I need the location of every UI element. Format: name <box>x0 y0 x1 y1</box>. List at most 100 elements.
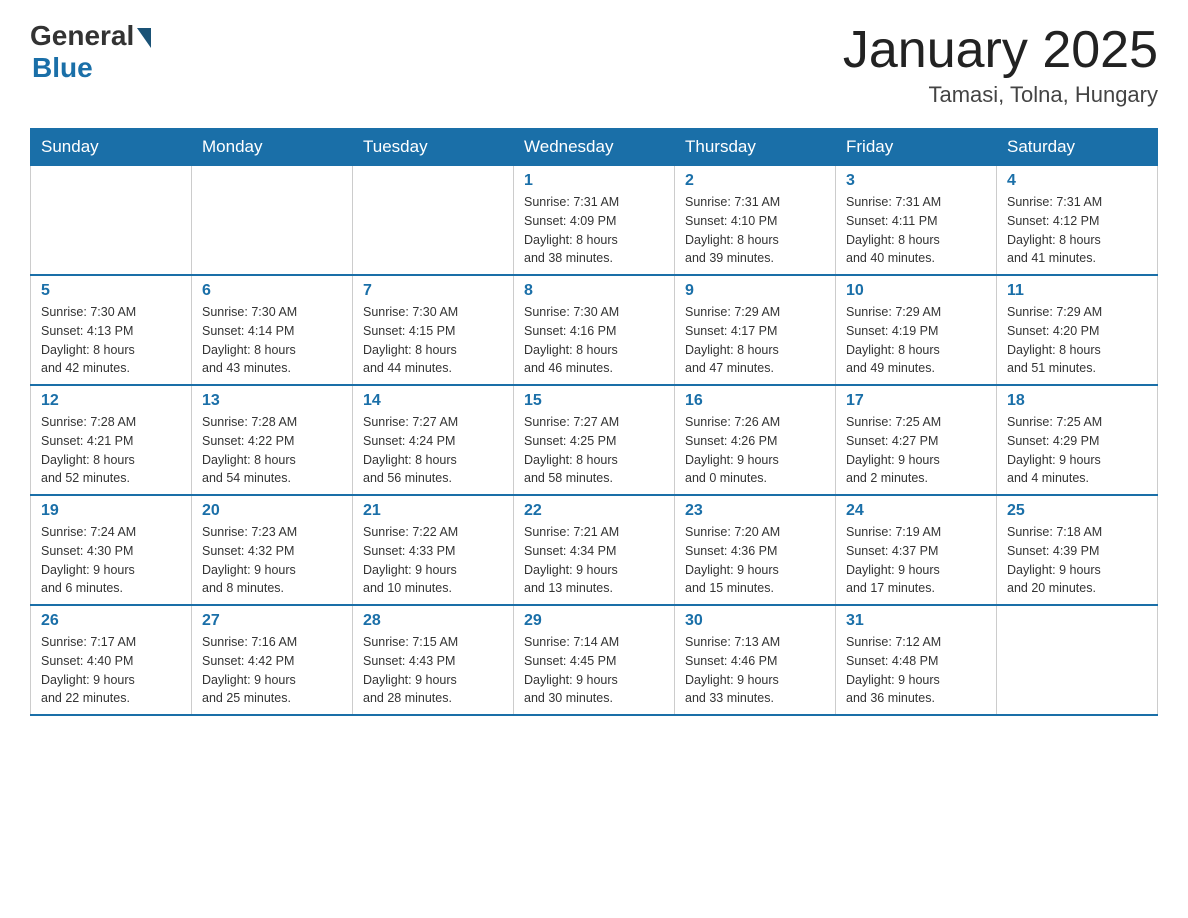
calendar-cell: 1Sunrise: 7:31 AMSunset: 4:09 PMDaylight… <box>514 166 675 276</box>
calendar-cell: 21 Sunrise: 7:22 AMSunset: 4:33 PMDayligh… <box>353 495 514 605</box>
day-number: 9 <box>685 282 825 300</box>
day-info: Sunrise: 7:30 AMSunset: 4:14 PMDaylight:… <box>202 303 342 378</box>
day-info: Sunrise: 7:24 AMSunset: 4:30 PMDaylight:… <box>41 523 181 598</box>
day-info: Sunrise: 7:27 AMSunset: 4:25 PMDaylight:… <box>524 413 664 488</box>
calendar-cell: 22 Sunrise: 7:21 AMSunset: 4:34 PMDayligh… <box>514 495 675 605</box>
day-info: Sunrise: 7:28 AMSunset: 4:22 PMDaylight:… <box>202 413 342 488</box>
day-number: 17 <box>846 392 986 410</box>
calendar-cell: 6 Sunrise: 7:30 AMSunset: 4:14 PMDaylight… <box>192 275 353 385</box>
day-number: 19 <box>41 502 181 520</box>
calendar-table: SundayMondayTuesdayWednesdayThursdayFrid… <box>30 128 1158 716</box>
calendar-cell: 23Sunrise: 7:20 AMSunset: 4:36 PMDayligh… <box>675 495 836 605</box>
calendar-cell: 14 Sunrise: 7:27 AMSunset: 4:24 PMDayligh… <box>353 385 514 495</box>
logo-triangle-icon <box>137 28 151 48</box>
day-number: 3 <box>846 172 986 190</box>
day-info: Sunrise: 7:31 AMSunset: 4:11 PMDaylight:… <box>846 193 986 268</box>
calendar-cell: 20 Sunrise: 7:23 AMSunset: 4:32 PMDayligh… <box>192 495 353 605</box>
calendar-cell: 31Sunrise: 7:12 AMSunset: 4:48 PMDayligh… <box>836 605 997 715</box>
calendar-cell <box>31 166 192 276</box>
calendar-cell: 2Sunrise: 7:31 AMSunset: 4:10 PMDaylight… <box>675 166 836 276</box>
day-number: 28 <box>363 612 503 630</box>
day-number: 22 <box>524 502 664 520</box>
calendar-week-row-2: 12Sunrise: 7:28 AMSunset: 4:21 PMDayligh… <box>31 385 1158 495</box>
title-section: January 2025 Tamasi, Tolna, Hungary <box>843 20 1158 108</box>
day-number: 24 <box>846 502 986 520</box>
day-info: Sunrise: 7:26 AMSunset: 4:26 PMDaylight:… <box>685 413 825 488</box>
day-info: Sunrise: 7:25 AMSunset: 4:27 PMDaylight:… <box>846 413 986 488</box>
calendar-cell: 29Sunrise: 7:14 AMSunset: 4:45 PMDayligh… <box>514 605 675 715</box>
calendar-cell: 9Sunrise: 7:29 AMSunset: 4:17 PMDaylight… <box>675 275 836 385</box>
location-text: Tamasi, Tolna, Hungary <box>843 82 1158 108</box>
calendar-header-tuesday: Tuesday <box>353 129 514 166</box>
day-info: Sunrise: 7:30 AMSunset: 4:16 PMDaylight:… <box>524 303 664 378</box>
calendar-cell: 5Sunrise: 7:30 AMSunset: 4:13 PMDaylight… <box>31 275 192 385</box>
calendar-cell: 28 Sunrise: 7:15 AMSunset: 4:43 PMDayligh… <box>353 605 514 715</box>
day-info: Sunrise: 7:21 AMSunset: 4:34 PMDaylight:… <box>524 523 664 598</box>
day-info: Sunrise: 7:17 AMSunset: 4:40 PMDaylight:… <box>41 633 181 708</box>
calendar-cell: 27 Sunrise: 7:16 AMSunset: 4:42 PMDayligh… <box>192 605 353 715</box>
day-number: 4 <box>1007 172 1147 190</box>
calendar-week-row-4: 26 Sunrise: 7:17 AMSunset: 4:40 PMDayligh… <box>31 605 1158 715</box>
day-number: 11 <box>1007 282 1147 300</box>
calendar-cell: 11 Sunrise: 7:29 AMSunset: 4:20 PMDayligh… <box>997 275 1158 385</box>
day-number: 26 <box>41 612 181 630</box>
calendar-week-row-3: 19 Sunrise: 7:24 AMSunset: 4:30 PMDayligh… <box>31 495 1158 605</box>
day-info: Sunrise: 7:13 AMSunset: 4:46 PMDaylight:… <box>685 633 825 708</box>
calendar-week-row-0: 1Sunrise: 7:31 AMSunset: 4:09 PMDaylight… <box>31 166 1158 276</box>
day-number: 29 <box>524 612 664 630</box>
day-info: Sunrise: 7:30 AMSunset: 4:15 PMDaylight:… <box>363 303 503 378</box>
calendar-header-monday: Monday <box>192 129 353 166</box>
calendar-header-row: SundayMondayTuesdayWednesdayThursdayFrid… <box>31 129 1158 166</box>
day-number: 25 <box>1007 502 1147 520</box>
day-number: 27 <box>202 612 342 630</box>
logo-blue-text: Blue <box>32 52 93 84</box>
day-number: 20 <box>202 502 342 520</box>
day-info: Sunrise: 7:31 AMSunset: 4:10 PMDaylight:… <box>685 193 825 268</box>
day-info: Sunrise: 7:29 AMSunset: 4:19 PMDaylight:… <box>846 303 986 378</box>
day-info: Sunrise: 7:12 AMSunset: 4:48 PMDaylight:… <box>846 633 986 708</box>
calendar-cell: 13 Sunrise: 7:28 AMSunset: 4:22 PMDayligh… <box>192 385 353 495</box>
calendar-header-saturday: Saturday <box>997 129 1158 166</box>
day-number: 21 <box>363 502 503 520</box>
calendar-cell: 4Sunrise: 7:31 AMSunset: 4:12 PMDaylight… <box>997 166 1158 276</box>
logo-general-text: General <box>30 20 134 52</box>
day-number: 8 <box>524 282 664 300</box>
day-number: 15 <box>524 392 664 410</box>
day-number: 18 <box>1007 392 1147 410</box>
calendar-cell: 25Sunrise: 7:18 AMSunset: 4:39 PMDayligh… <box>997 495 1158 605</box>
calendar-cell: 26 Sunrise: 7:17 AMSunset: 4:40 PMDayligh… <box>31 605 192 715</box>
calendar-header-sunday: Sunday <box>31 129 192 166</box>
day-info: Sunrise: 7:30 AMSunset: 4:13 PMDaylight:… <box>41 303 181 378</box>
day-info: Sunrise: 7:20 AMSunset: 4:36 PMDaylight:… <box>685 523 825 598</box>
calendar-cell: 30 Sunrise: 7:13 AMSunset: 4:46 PMDayligh… <box>675 605 836 715</box>
day-info: Sunrise: 7:23 AMSunset: 4:32 PMDaylight:… <box>202 523 342 598</box>
day-number: 13 <box>202 392 342 410</box>
day-info: Sunrise: 7:15 AMSunset: 4:43 PMDaylight:… <box>363 633 503 708</box>
calendar-cell: 18Sunrise: 7:25 AMSunset: 4:29 PMDayligh… <box>997 385 1158 495</box>
day-info: Sunrise: 7:16 AMSunset: 4:42 PMDaylight:… <box>202 633 342 708</box>
page-header: General Blue January 2025 Tamasi, Tolna,… <box>30 20 1158 108</box>
day-number: 7 <box>363 282 503 300</box>
day-number: 30 <box>685 612 825 630</box>
day-info: Sunrise: 7:22 AMSunset: 4:33 PMDaylight:… <box>363 523 503 598</box>
calendar-week-row-1: 5Sunrise: 7:30 AMSunset: 4:13 PMDaylight… <box>31 275 1158 385</box>
calendar-cell: 8 Sunrise: 7:30 AMSunset: 4:16 PMDaylight… <box>514 275 675 385</box>
calendar-cell <box>997 605 1158 715</box>
day-info: Sunrise: 7:31 AMSunset: 4:09 PMDaylight:… <box>524 193 664 268</box>
calendar-header-thursday: Thursday <box>675 129 836 166</box>
day-info: Sunrise: 7:19 AMSunset: 4:37 PMDaylight:… <box>846 523 986 598</box>
calendar-cell <box>353 166 514 276</box>
month-title: January 2025 <box>843 20 1158 80</box>
calendar-cell: 15 Sunrise: 7:27 AMSunset: 4:25 PMDayligh… <box>514 385 675 495</box>
day-number: 16 <box>685 392 825 410</box>
calendar-cell: 10 Sunrise: 7:29 AMSunset: 4:19 PMDayligh… <box>836 275 997 385</box>
calendar-header-friday: Friday <box>836 129 997 166</box>
calendar-cell <box>192 166 353 276</box>
day-number: 10 <box>846 282 986 300</box>
day-number: 6 <box>202 282 342 300</box>
day-info: Sunrise: 7:29 AMSunset: 4:20 PMDaylight:… <box>1007 303 1147 378</box>
calendar-cell: 12Sunrise: 7:28 AMSunset: 4:21 PMDayligh… <box>31 385 192 495</box>
calendar-cell: 19 Sunrise: 7:24 AMSunset: 4:30 PMDayligh… <box>31 495 192 605</box>
day-number: 14 <box>363 392 503 410</box>
day-info: Sunrise: 7:27 AMSunset: 4:24 PMDaylight:… <box>363 413 503 488</box>
